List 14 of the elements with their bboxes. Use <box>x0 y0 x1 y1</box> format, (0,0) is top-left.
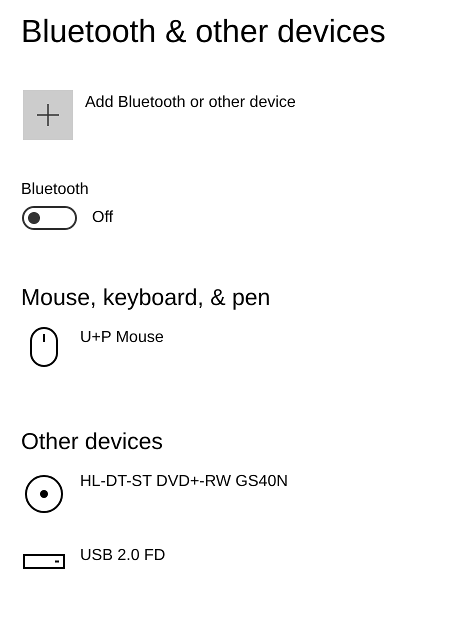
device-name[interactable]: U+P Mouse <box>80 328 164 348</box>
bluetooth-label: Bluetooth <box>21 180 90 200</box>
toggle-state-text: Off <box>92 209 114 227</box>
drive-icon <box>22 554 64 570</box>
section-heading: Mouse, keyboard, & pen <box>21 283 272 312</box>
add-device-label[interactable]: Add Bluetooth or other device <box>85 93 296 113</box>
bluetooth-toggle[interactable] <box>22 206 77 230</box>
section-heading: Other devices <box>21 427 164 456</box>
mouse-icon <box>28 326 58 368</box>
device-name[interactable]: HL-DT-ST DVD+-RW GS40N <box>80 472 288 492</box>
disc-icon <box>24 474 64 514</box>
device-name[interactable]: USB 2.0 FD <box>80 546 166 566</box>
plus-icon <box>37 104 59 126</box>
page-title: Bluetooth & other devices <box>21 12 387 51</box>
